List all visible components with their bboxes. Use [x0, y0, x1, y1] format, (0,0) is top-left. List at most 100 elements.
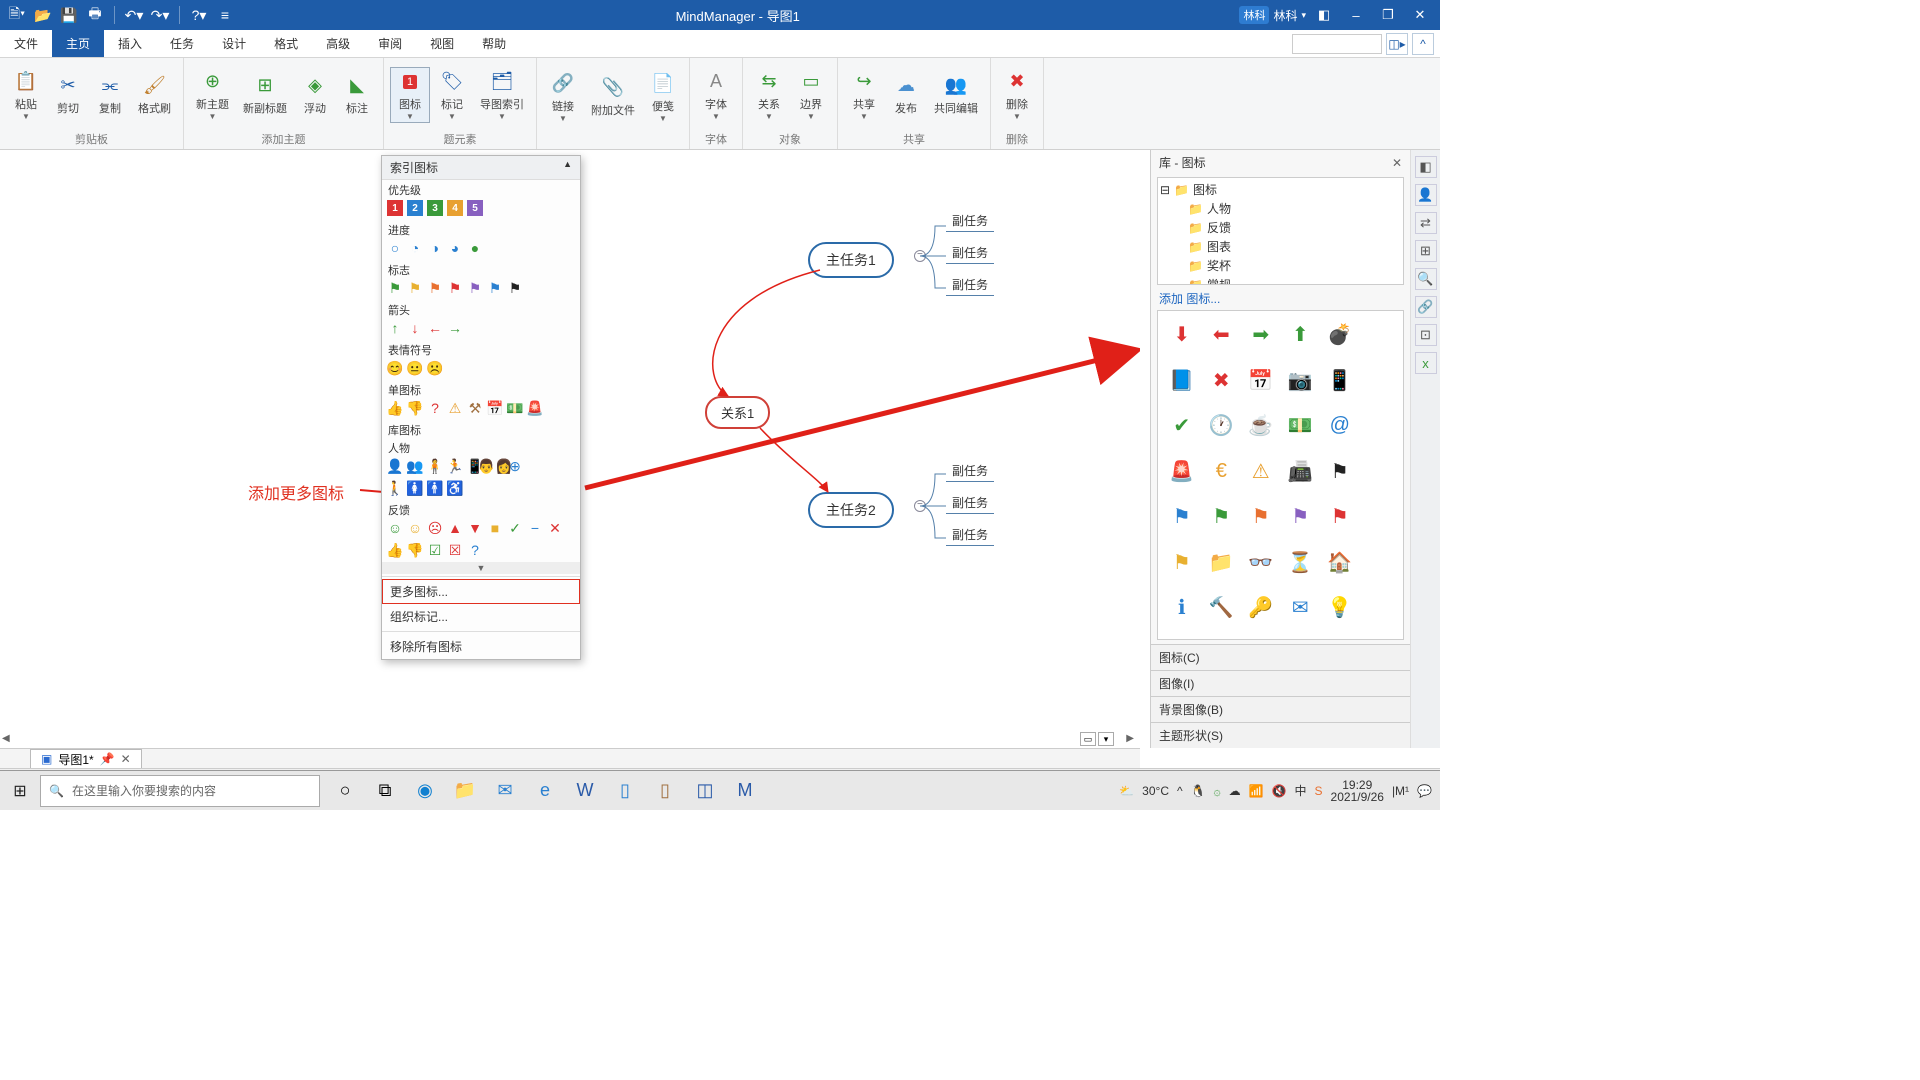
word-icon[interactable]: W: [570, 776, 600, 806]
grid-flag-green-icon[interactable]: ⚑: [1204, 499, 1240, 535]
grid-siren-icon[interactable]: 🚨: [1164, 454, 1200, 490]
flag-purple-icon[interactable]: ⚑: [466, 279, 484, 297]
tab-home[interactable]: 主页: [52, 30, 104, 57]
remove-all-icons-menu[interactable]: 移除所有图标: [382, 634, 580, 659]
tray-volume-icon[interactable]: 🔇: [1272, 784, 1287, 798]
cut-button[interactable]: ✂剪切: [48, 72, 88, 118]
grid-bulb-icon[interactable]: 💡: [1322, 590, 1358, 626]
tab-design[interactable]: 设计: [208, 30, 260, 57]
progress-50-icon[interactable]: ◑: [426, 239, 444, 257]
app2-icon[interactable]: ▯: [650, 776, 680, 806]
publish-button[interactable]: ☁发布: [886, 72, 926, 118]
person-4-icon[interactable]: 🏃: [446, 457, 464, 475]
person-1-icon[interactable]: 👤: [386, 457, 404, 475]
link-button[interactable]: 🔗链接▼: [543, 70, 583, 124]
minimize-icon[interactable]: ‒: [1342, 4, 1370, 26]
flag-red-icon[interactable]: ⚑: [446, 279, 464, 297]
font-button[interactable]: A字体▼: [696, 68, 736, 122]
person-2-icon[interactable]: 👥: [406, 457, 424, 475]
hscroll-right[interactable]: ▶: [1126, 733, 1134, 744]
new-doc-icon[interactable]: 🗎▾: [6, 4, 28, 26]
boundary-button[interactable]: ▭边界▼: [791, 68, 831, 122]
subtopic-2-1[interactable]: 副任务: [946, 460, 994, 482]
mindmanager-task-icon[interactable]: M: [730, 776, 760, 806]
side-slot-4[interactable]: ⊞: [1415, 240, 1437, 262]
accordion-backgrounds[interactable]: 背景图像(B): [1151, 696, 1410, 722]
restore-icon[interactable]: ❐: [1374, 4, 1402, 26]
grid-play-red-icon[interactable]: ▶: [1283, 636, 1319, 641]
grid-warn-icon[interactable]: ⚠: [1243, 454, 1279, 490]
grid-bomb-icon[interactable]: 💣: [1322, 317, 1358, 353]
tray-chevron-icon[interactable]: ^: [1177, 784, 1183, 798]
help-icon[interactable]: ?▾: [188, 4, 210, 26]
grid-house-icon[interactable]: 🏠: [1322, 545, 1358, 581]
grid-coffee-icon[interactable]: ☕: [1243, 408, 1279, 444]
side-slot-6[interactable]: 🔗: [1415, 296, 1437, 318]
grid-hourglass-icon[interactable]: ⏳: [1283, 545, 1319, 581]
ribbon-mode-icon[interactable]: ◧: [1310, 4, 1338, 26]
grid-gavel-icon[interactable]: 🔨: [1204, 590, 1240, 626]
expand-toggle-2[interactable]: [914, 500, 926, 512]
redo-icon[interactable]: ↷▾: [149, 4, 171, 26]
grid-x-icon[interactable]: ✖: [1204, 363, 1240, 399]
close-panel-icon[interactable]: ✕: [1392, 156, 1402, 170]
tab-advanced[interactable]: 高级: [312, 30, 364, 57]
accordion-icons[interactable]: 图标(C): [1151, 644, 1410, 670]
view-mode-2[interactable]: ▾: [1098, 732, 1114, 746]
smile-icon[interactable]: 😊: [386, 359, 404, 377]
person-6-icon[interactable]: 👨‍👩: [486, 457, 504, 475]
taskbar-search[interactable]: 🔍 在这里输入你要搜索的内容: [40, 775, 320, 807]
weather-temp[interactable]: 30°C: [1142, 784, 1169, 798]
person-11-icon[interactable]: ♿: [446, 479, 464, 497]
grid-search-icon[interactable]: 🔍: [1164, 636, 1200, 641]
grid-at-icon[interactable]: @: [1322, 408, 1358, 444]
hscroll-left[interactable]: ◀: [2, 733, 10, 744]
grid-check-icon[interactable]: ✔: [1164, 408, 1200, 444]
format-painter-button[interactable]: 🖌格式刷: [132, 72, 177, 118]
main-topic-2[interactable]: 主任务2: [808, 492, 894, 528]
relationship-button[interactable]: ⇆关系▼: [749, 68, 789, 122]
tab-insert[interactable]: 插入: [104, 30, 156, 57]
taskbar-clock[interactable]: 19:292021/9/26: [1331, 779, 1384, 803]
flag-orange-icon[interactable]: ⚑: [426, 279, 444, 297]
subtopic-2-2[interactable]: 副任务: [946, 492, 994, 514]
dd-scroll-up[interactable]: ▲: [563, 159, 572, 176]
progress-25-icon[interactable]: ◔: [406, 239, 424, 257]
person-8-icon[interactable]: 🚶: [386, 479, 404, 497]
grid-arrow-up-icon[interactable]: ⬆: [1283, 317, 1319, 353]
tab-review[interactable]: 审阅: [364, 30, 416, 57]
paste-button[interactable]: 📋粘贴▼: [6, 68, 46, 122]
subtopic-1-2[interactable]: 副任务: [946, 242, 994, 264]
fb-13-icon[interactable]: ☒: [446, 541, 464, 559]
callout-button[interactable]: ◣标注: [337, 72, 377, 118]
fb-3-icon[interactable]: ☹: [426, 519, 444, 537]
alarm-icon[interactable]: 🚨: [526, 399, 544, 417]
icons-button[interactable]: 1图标▼: [390, 67, 430, 123]
doc-tab-1[interactable]: ▣ 导图1* 📌 ✕: [30, 749, 142, 769]
grid-flag-red-icon[interactable]: ⚑: [1322, 499, 1358, 535]
fb-4-icon[interactable]: ▲: [446, 519, 464, 537]
priority-3-icon[interactable]: 3: [426, 199, 444, 217]
accordion-shapes[interactable]: 主题形状(S): [1151, 722, 1410, 748]
grid-mailbox-icon[interactable]: 📫: [1204, 636, 1240, 641]
side-slot-7[interactable]: ⊡: [1415, 324, 1437, 346]
fb-11-icon[interactable]: 👎: [406, 541, 424, 559]
flag-green-icon[interactable]: ⚑: [386, 279, 404, 297]
floating-topic-button[interactable]: ◈浮动: [295, 72, 335, 118]
more-icons-menu[interactable]: 更多图标...: [382, 579, 580, 604]
tab-file[interactable]: 文件: [0, 30, 52, 57]
fb-7-icon[interactable]: ✓: [506, 519, 524, 537]
app1-icon[interactable]: ▯: [610, 776, 640, 806]
relationship-topic[interactable]: 关系1: [705, 396, 770, 429]
grid-camera-icon[interactable]: 📷: [1283, 363, 1319, 399]
open-icon[interactable]: 📂: [32, 4, 54, 26]
grid-info-icon[interactable]: ℹ: [1164, 590, 1200, 626]
pin-tab-icon[interactable]: 📌: [100, 752, 115, 766]
calendar-icon[interactable]: 📅: [486, 399, 504, 417]
undo-icon[interactable]: ↶▾: [123, 4, 145, 26]
grid-flag-orange-icon[interactable]: ⚑: [1243, 499, 1279, 535]
flag-yellow-icon[interactable]: ⚑: [406, 279, 424, 297]
side-slot-2[interactable]: 👤: [1415, 184, 1437, 206]
grid-flag-black-icon[interactable]: ⚑: [1322, 454, 1358, 490]
tray-wifi-icon[interactable]: 📶: [1249, 784, 1264, 798]
